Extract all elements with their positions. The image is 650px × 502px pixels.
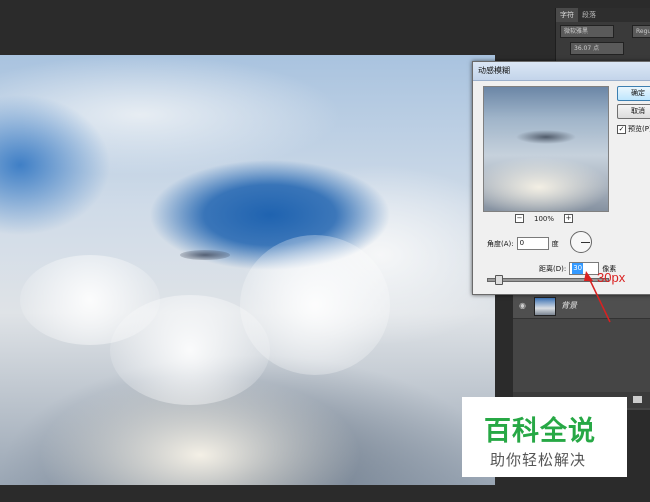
dialog-title: 动感模糊 (473, 62, 650, 81)
cloud-blob (20, 255, 160, 345)
font-style-select[interactable]: Regu (632, 25, 650, 38)
watermark-subtitle: 助你轻松解决 (490, 451, 587, 469)
blur-preview[interactable] (483, 86, 609, 212)
panel-tabs: 字符 段落 (556, 8, 650, 22)
zoom-level: 100% (534, 214, 555, 223)
angle-unit: 度 (551, 239, 559, 248)
canvas-image[interactable] (0, 55, 495, 485)
eye-icon[interactable]: ◉ (519, 301, 528, 310)
distance-label: 距离(D): (539, 264, 567, 273)
preview-checkbox[interactable]: ✓ (617, 124, 626, 134)
angle-input[interactable]: 0 (516, 237, 549, 250)
font-family-select[interactable]: 微软雅黑 (560, 25, 614, 38)
cancel-button[interactable]: 取消 (617, 104, 650, 119)
tab-character[interactable]: 字符 (556, 8, 578, 22)
layer-row-background[interactable]: ◉ 背景 (513, 293, 650, 319)
ok-button[interactable]: 确定 (617, 86, 650, 101)
distance-value: 30 (572, 263, 584, 274)
zoom-in-button[interactable]: + (564, 214, 574, 223)
angle-row: 角度(A): 0 度 (487, 237, 559, 250)
distance-input[interactable]: 30 (569, 262, 600, 275)
tab-paragraph[interactable]: 段落 (578, 8, 600, 22)
annotation-label: 30px (597, 270, 626, 285)
folder-icon[interactable] (633, 396, 642, 403)
zoom-out-button[interactable]: − (515, 214, 524, 223)
layer-name: 背景 (561, 301, 577, 310)
cloud-blob (240, 235, 390, 375)
font-size-field[interactable]: 36.07 点 (570, 42, 624, 55)
angle-label: 角度(A): (487, 239, 514, 248)
motion-blur-dialog: 动感模糊 − 100% + 确定 取消 ✓ 预览(P) 角度(A): 0 度 距… (472, 61, 650, 295)
slider-handle[interactable] (494, 275, 503, 285)
layer-thumbnail (534, 297, 556, 316)
angle-dial-icon[interactable] (570, 231, 592, 253)
preview-label: 预览(P) (628, 125, 650, 133)
zoom-controls: − 100% + (515, 214, 574, 223)
distance-slider[interactable] (487, 275, 609, 285)
blur-streak (180, 250, 230, 260)
watermark-title: 百科全说 (484, 416, 596, 447)
watermark: 百科全说 助你轻松解决 (462, 397, 627, 477)
preview-checkbox-row[interactable]: ✓ 预览(P) (617, 124, 650, 134)
